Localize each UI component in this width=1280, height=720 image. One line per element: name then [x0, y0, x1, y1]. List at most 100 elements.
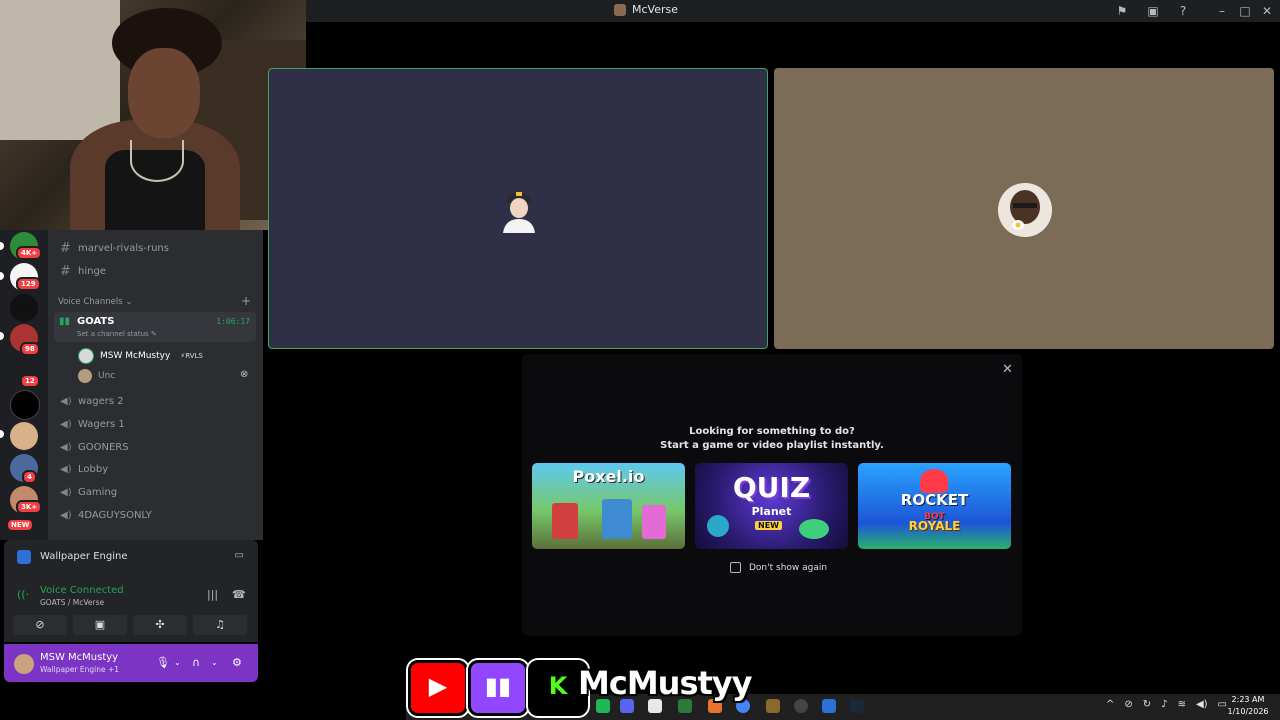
obs-icon[interactable]	[794, 699, 808, 713]
webcam-wall	[0, 0, 120, 140]
activity-card-quiz-planet[interactable]: QUIZ Planet NEW	[695, 463, 848, 549]
close-window-icon[interactable]: ✕	[1259, 3, 1275, 19]
card-badge: ROYALE	[908, 519, 961, 533]
help-icon[interactable]: ?	[1175, 3, 1191, 19]
pencil-icon: ✎	[150, 330, 157, 338]
wifi-icon[interactable]: ≋	[1178, 699, 1186, 710]
volume-icon[interactable]: ◀)	[1196, 699, 1208, 710]
inbox-icon[interactable]: ▣	[1145, 3, 1161, 19]
tray-app-icon[interactable]: ⊘	[1124, 699, 1132, 710]
wallpaper-engine-icon	[17, 550, 31, 564]
server-icon[interactable]	[10, 294, 38, 322]
window-title-text: McVerse	[632, 3, 678, 16]
window-title: McVerse	[614, 3, 678, 16]
character-art	[642, 505, 666, 539]
camera-off-button[interactable]: ⊘	[13, 615, 67, 635]
activities-button[interactable]: ✣	[133, 615, 187, 635]
user-tag: ⚡RVLS	[180, 352, 203, 360]
character-art	[799, 519, 829, 539]
voice-channel[interactable]: ◀) Wagers 1	[60, 419, 125, 430]
tray-app-icon[interactable]: ↻	[1143, 699, 1151, 710]
noise-suppression-icon[interactable]: |||	[207, 588, 218, 601]
activities-icon: ✣	[155, 618, 165, 631]
voice-user[interactable]: Unc	[78, 369, 115, 383]
username[interactable]: MSW McMustyy	[40, 652, 118, 663]
add-channel-icon[interactable]: +	[241, 294, 251, 308]
camera-off-icon: ⊘	[35, 618, 45, 631]
character-art	[552, 503, 578, 539]
server-icon[interactable]	[10, 422, 38, 450]
webcam-overlay	[0, 0, 306, 230]
server-unread-pill	[0, 242, 4, 250]
voice-connected-subtitle[interactable]: GOATS / McVerse	[40, 598, 104, 607]
voice-channel-name: GOATS	[77, 316, 115, 327]
screen-share-button[interactable]: ▣	[73, 615, 127, 635]
voice-channel[interactable]: ◀) GOONERS	[60, 442, 129, 453]
server-unread-pill	[0, 332, 4, 340]
avatar	[503, 192, 535, 233]
hashtag-icon: #	[60, 264, 71, 279]
active-voice-channel[interactable]: ▮▮ GOATS Set a channel status ✎ 1:06:17	[54, 312, 256, 342]
channel-label: wagers 2	[78, 396, 124, 407]
text-channel[interactable]: # marvel-rivals-runs	[60, 241, 169, 256]
twitch-logo: ▮▮	[468, 660, 528, 716]
steam-icon[interactable]	[850, 699, 864, 713]
text-channel[interactable]: # hinge	[60, 264, 106, 279]
voice-user-name: Unc	[98, 371, 116, 381]
channel-label: Wagers 1	[78, 419, 125, 430]
server-unread-pill	[0, 272, 4, 280]
activity-card-rocket-bot-royale[interactable]: ROCKET BOT ROYALE	[858, 463, 1011, 549]
voice-channel[interactable]: ◀) Gaming	[60, 487, 117, 498]
activity-app-panel[interactable]: Wallpaper Engine ▭	[4, 540, 258, 576]
chevron-down-icon[interactable]: ⌄	[211, 658, 218, 667]
voice-channel[interactable]: ◀) wagers 2	[60, 396, 124, 407]
screen-share-icon[interactable]: ▭	[235, 550, 244, 561]
disconnect-icon[interactable]: ☎	[232, 588, 246, 601]
checkbox-icon	[730, 562, 741, 573]
activity-card-poxel[interactable]: Poxel.io	[532, 463, 685, 549]
close-icon[interactable]: ✕	[1002, 362, 1013, 377]
server-badge: 129	[16, 277, 41, 291]
chevron-down-icon[interactable]: ⌄	[174, 658, 181, 667]
soundboard-button[interactable]: ♫	[193, 615, 247, 635]
voice-user[interactable]: MSW McMustyy ⚡RVLS	[78, 348, 203, 364]
speaker-locked-icon: ◀)	[60, 487, 72, 498]
dont-show-again-checkbox[interactable]: Don't show again	[730, 562, 827, 573]
server-unread-pill	[0, 430, 4, 438]
maximize-icon[interactable]: □	[1237, 3, 1253, 19]
voice-channels-header[interactable]: Voice Channels ⌄	[58, 297, 132, 307]
chevron-up-icon[interactable]: ^	[1106, 699, 1114, 710]
avatar	[998, 183, 1052, 237]
wallpaper-engine-taskbar-icon[interactable]	[822, 699, 836, 713]
microphone-icon[interactable]: 🎙	[156, 656, 170, 669]
speaker-icon: ◀)	[60, 396, 72, 407]
voice-connected-title[interactable]: Voice Connected	[40, 585, 124, 596]
server-badge: 98	[20, 342, 40, 356]
app-icon[interactable]	[766, 699, 780, 713]
clock-time: 2:23 AM	[1231, 695, 1265, 704]
avatar[interactable]	[14, 654, 34, 674]
minimize-icon[interactable]: –	[1214, 3, 1230, 19]
webcam-person-chain	[130, 140, 184, 182]
voice-channel[interactable]: ◀) Lobby	[60, 464, 108, 475]
server-icon[interactable]	[10, 390, 40, 420]
avatar	[78, 348, 94, 364]
character-art	[602, 499, 632, 539]
twitch-icon: ▮▮	[484, 672, 512, 700]
settings-gear-icon[interactable]: ⚙	[232, 656, 242, 669]
voice-user-name: MSW McMustyy	[100, 351, 171, 361]
video-tile-user-2[interactable]	[774, 68, 1274, 349]
new-badge[interactable]: NEW	[6, 518, 35, 532]
channel-status-input[interactable]: Set a channel status ✎	[77, 330, 157, 338]
flag-icon[interactable]: ⚑	[1114, 3, 1130, 19]
xbox-icon: ⊗	[240, 369, 249, 380]
voice-channel[interactable]: ◀) 4DAGUYSONLY	[60, 510, 152, 521]
card-badge: NEW	[755, 521, 782, 530]
taskbar-clock[interactable]: 2:23 AM 1/10/2026	[1218, 694, 1278, 718]
microphone-icon[interactable]: ♪	[1161, 699, 1167, 710]
chevron-down-icon: ⌄	[125, 297, 133, 307]
video-tile-user-1[interactable]	[268, 68, 768, 349]
channel-label: GOONERS	[78, 442, 129, 453]
channel-label: 4DAGUYSONLY	[78, 510, 152, 521]
headphones-icon[interactable]: ∩	[192, 656, 200, 669]
